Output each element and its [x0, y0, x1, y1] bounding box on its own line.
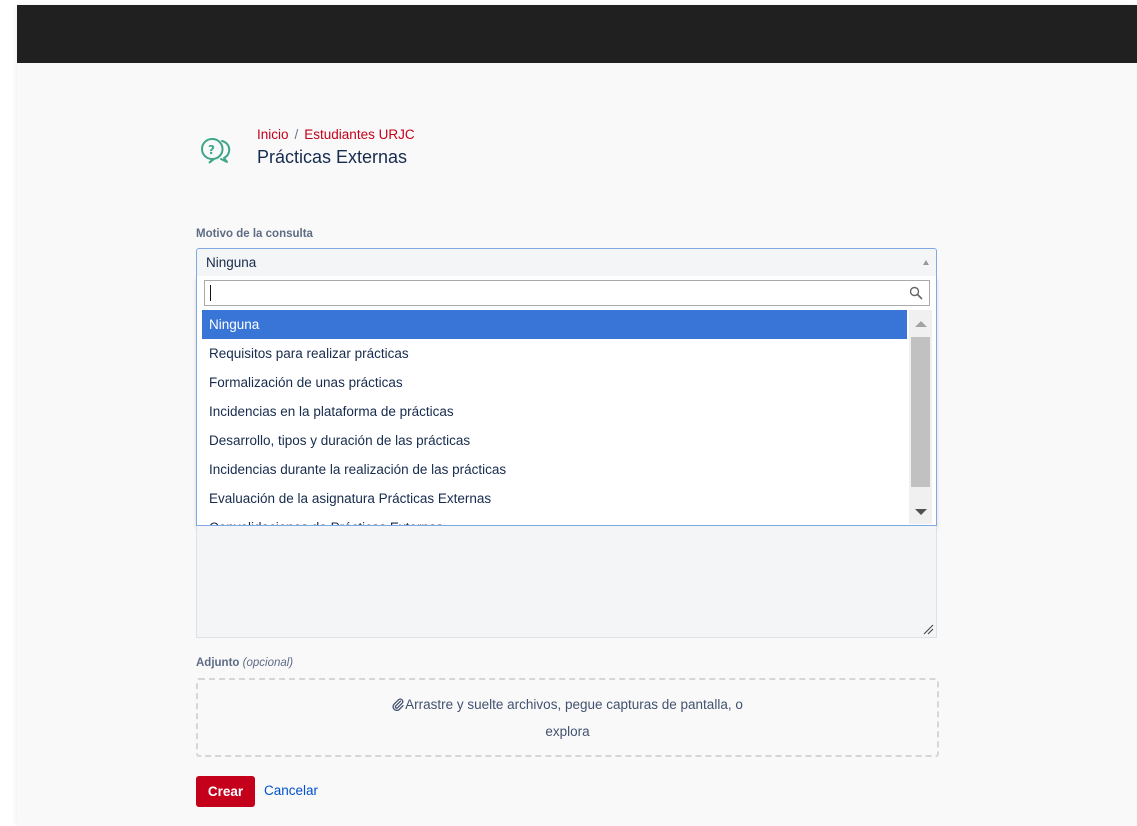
resize-grip-icon[interactable]	[922, 623, 934, 635]
scrollbar-thumb[interactable]	[911, 337, 930, 487]
description-textarea[interactable]	[196, 526, 937, 638]
dropdown-option[interactable]: Desarrollo, tipos y duración de las prác…	[202, 426, 907, 455]
scroll-down-arrow-icon[interactable]	[915, 509, 927, 515]
breadcrumb-home-link[interactable]: Inicio	[257, 127, 289, 142]
dropdown-option[interactable]: Ninguna	[202, 310, 907, 339]
create-button[interactable]: Crear	[196, 776, 255, 807]
reason-field-label: Motivo de la consulta	[196, 228, 313, 240]
svg-text:?: ?	[208, 143, 215, 157]
reason-select-value: Ninguna	[206, 255, 257, 270]
dropdown-option[interactable]: Convalidaciones de Prácticas Externas	[202, 513, 907, 525]
reason-dropdown: Ninguna Requisitos para realizar práctica…	[196, 276, 937, 526]
text-cursor	[210, 285, 211, 301]
attachment-optional-text: (opcional)	[242, 657, 294, 669]
reason-select[interactable]: Ninguna	[196, 248, 937, 276]
breadcrumb-separator: /	[294, 127, 299, 142]
dropdown-search-box[interactable]	[204, 280, 930, 306]
dropdown-option[interactable]: Requisitos para realizar prácticas	[202, 339, 907, 368]
window-frame-left	[0, 0, 17, 826]
dropdown-option[interactable]: Evaluación de la asignatura Prácticas Ex…	[202, 484, 907, 513]
breadcrumb: Inicio / Estudiantes URJC	[257, 127, 415, 142]
dropdown-options-list: Ninguna Requisitos para realizar práctica…	[202, 310, 907, 525]
attachment-label: Adjunto (opcional)	[196, 657, 293, 669]
dropdown-search-input[interactable]	[209, 283, 899, 303]
dropdown-option[interactable]: Incidencias durante la realización de la…	[202, 455, 907, 484]
breadcrumb-section-link[interactable]: Estudiantes URJC	[304, 127, 414, 142]
dropdown-option[interactable]: Incidencias en la plataforma de práctica…	[202, 397, 907, 426]
attachment-label-text: Adjunto	[196, 657, 240, 669]
chevron-up-icon	[923, 260, 929, 265]
attachment-dropzone[interactable]: Arrastre y suelte archivos, pegue captur…	[196, 678, 939, 757]
search-icon	[909, 286, 923, 300]
cancel-link[interactable]: Cancelar	[264, 783, 318, 798]
help-chat-icon: ?	[201, 137, 231, 164]
dropzone-instruction: Arrastre y suelte archivos, pegue captur…	[198, 697, 937, 712]
dropdown-scrollbar[interactable]	[909, 310, 932, 524]
top-navigation-bar	[17, 5, 1137, 63]
dropzone-browse-link[interactable]: explora	[198, 724, 937, 739]
dropdown-option[interactable]: Formalización de unas prácticas	[202, 368, 907, 397]
page-title: Prácticas Externas	[257, 147, 408, 167]
paperclip-icon	[392, 698, 404, 711]
scroll-up-arrow-icon[interactable]	[915, 321, 927, 327]
dropzone-text: Arrastre y suelte archivos, pegue captur…	[405, 697, 743, 712]
portal-page: ? Inicio / Estudiantes URJC Prácticas Exte…	[17, 5, 1137, 826]
